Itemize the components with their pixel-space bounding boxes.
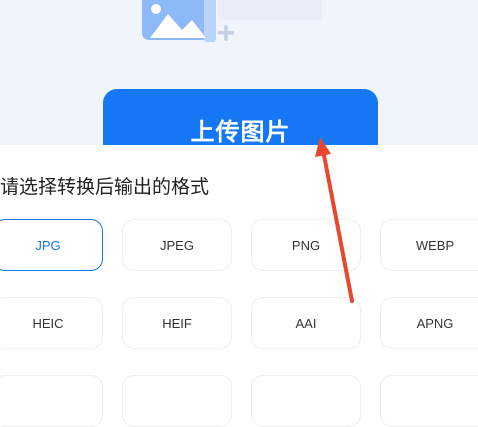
format-option-apng[interactable]: APNG <box>380 297 478 349</box>
format-option[interactable] <box>251 375 361 427</box>
format-option-png[interactable]: PNG <box>251 219 361 271</box>
section-title: 请选择转换后输出的格式 <box>0 176 210 198</box>
format-option-webp[interactable]: WEBP <box>380 219 478 271</box>
format-option[interactable] <box>122 375 232 427</box>
format-option-jpeg[interactable]: JPEG <box>122 219 232 271</box>
format-option-aai[interactable]: AAI <box>251 297 361 349</box>
format-option-jpg[interactable]: JPG <box>0 219 103 271</box>
format-option[interactable] <box>380 375 478 427</box>
format-option-heif[interactable]: HEIF <box>122 297 232 349</box>
format-option[interactable] <box>0 375 103 427</box>
format-option-heic[interactable]: HEIC <box>0 297 103 349</box>
image-add-icon <box>142 0 322 42</box>
